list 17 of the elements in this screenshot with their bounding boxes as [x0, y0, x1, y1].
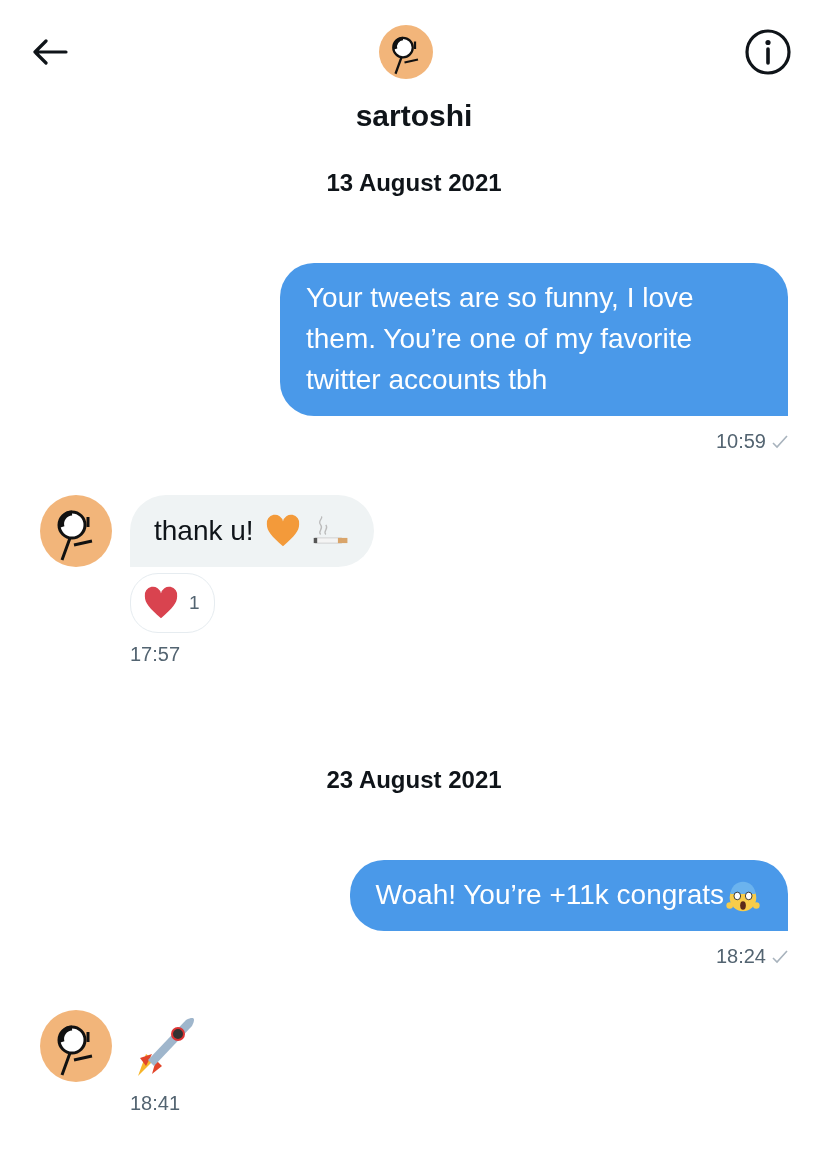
- avatar: [379, 25, 433, 79]
- reaction-count: 1: [189, 592, 200, 614]
- avatar: [40, 495, 112, 567]
- reaction-pill[interactable]: 1: [130, 573, 215, 633]
- back-arrow-icon[interactable]: [32, 39, 68, 65]
- date-divider: 13 August 2021: [325, 169, 503, 197]
- message-time: 10:59: [715, 430, 766, 453]
- date-divider: 23 August 2021: [325, 766, 503, 794]
- message-bubble: Your tweets are so funny, I love them. You’re one of my favorite twitter accounts tbh: [280, 263, 788, 416]
- message-bubble: thank u!: [130, 495, 374, 567]
- message-bubble: Woah! You’re +11k congrats: [349, 860, 788, 931]
- message-time: 18:41: [130, 1092, 181, 1115]
- contact-name: sartoshi: [354, 99, 474, 133]
- avatar: [40, 1010, 112, 1082]
- message-time: 17:57: [130, 643, 181, 666]
- info-icon[interactable]: [744, 28, 792, 76]
- message-time: 18:24: [715, 945, 766, 968]
